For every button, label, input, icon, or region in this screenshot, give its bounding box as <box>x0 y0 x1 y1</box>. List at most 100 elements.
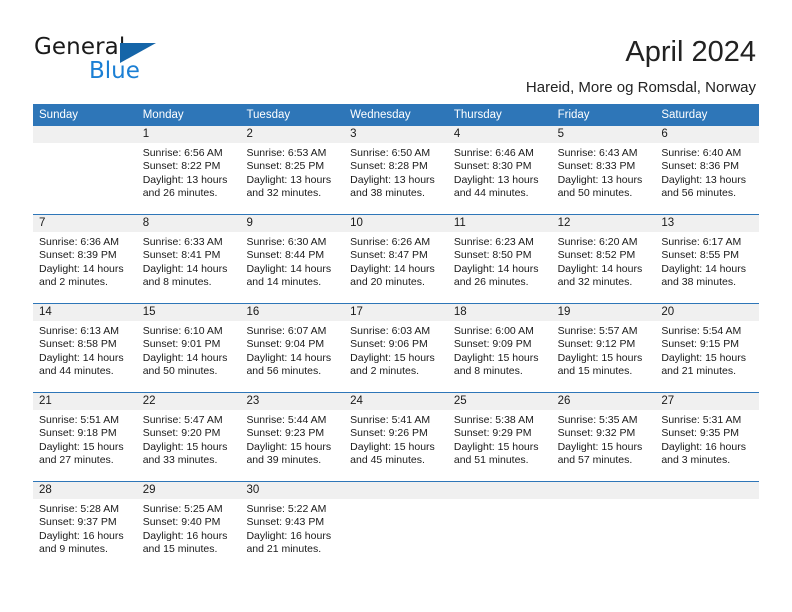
daylight-duration-line-2: and 3 minutes. <box>661 454 731 467</box>
day-details: Sunrise: 5:31 AM Sunset: 9:35 PM Daylight:… <box>655 410 759 468</box>
sunset-time: Sunset: 8:41 PM <box>142 249 221 262</box>
calendar-day-cell[interactable]: 1 Sunrise: 6:56 AM Sunset: 8:22 PM Daylight… <box>136 126 241 214</box>
day-number-band: 17 <box>344 304 448 321</box>
calendar-day-cell[interactable]: 25 Sunrise: 5:38 AM Sunset: 9:29 PM Dayligh… <box>447 393 552 481</box>
calendar-day-cell[interactable]: 14 Sunrise: 6:13 AM Sunset: 8:58 PM Dayligh… <box>33 304 137 392</box>
calendar-day-cell[interactable]: 22 Sunrise: 5:47 AM Sunset: 9:20 PM Dayligh… <box>136 393 241 481</box>
calendar-day-cell[interactable]: 19 Sunrise: 5:57 AM Sunset: 9:12 PM Dayligh… <box>551 304 656 392</box>
calendar-day-cell[interactable]: 29 Sunrise: 5:25 AM Sunset: 9:40 PM Dayligh… <box>136 482 241 570</box>
calendar-day-cell[interactable]: 15 Sunrise: 6:10 AM Sunset: 9:01 PM Dayligh… <box>136 304 241 392</box>
calendar-day-cell[interactable]: 4 Sunrise: 6:46 AM Sunset: 8:30 PM Daylight… <box>447 126 552 214</box>
daylight-duration-line-2: and 32 minutes. <box>246 187 322 200</box>
weekday-header-row: Sunday Monday Tuesday Wednesday Thursday Frid… <box>33 104 759 126</box>
calendar-day-cell[interactable]: 7 Sunrise: 6:36 AM Sunset: 8:39 PM Daylight… <box>33 215 137 303</box>
calendar-day-cell[interactable]: 2 Sunrise: 6:53 AM Sunset: 8:25 PM Daylight… <box>240 126 345 214</box>
daylight-duration-line-2: and 57 minutes. <box>557 454 633 467</box>
day-number-band: 8 <box>136 215 241 232</box>
sunset-time: Sunset: 9:09 PM <box>453 338 532 351</box>
sunset-time: Sunset: 9:01 PM <box>142 338 221 351</box>
sunrise-time: Sunrise: 5:35 AM <box>557 414 638 426</box>
sunset-time: Sunset: 9:23 PM <box>246 427 325 440</box>
day-details: Sunrise: 6:40 AM Sunset: 8:36 PM Daylight:… <box>655 143 759 201</box>
calendar-day-cell[interactable]: 21 Sunrise: 5:51 AM Sunset: 9:18 PM Dayligh… <box>33 393 137 481</box>
sunrise-time: Sunrise: 6:03 AM <box>350 325 431 337</box>
sunset-time: Sunset: 9:20 PM <box>142 427 221 440</box>
calendar-day-cell[interactable]: 23 Sunrise: 5:44 AM Sunset: 9:23 PM Dayligh… <box>240 393 345 481</box>
day-details: Sunrise: 5:47 AM Sunset: 9:20 PM Daylight:… <box>137 410 241 468</box>
day-number-band: 15 <box>136 304 241 321</box>
day-details: Sunrise: 5:51 AM Sunset: 9:18 PM Daylight:… <box>33 410 137 468</box>
calendar-day-cell[interactable]: 3 Sunrise: 6:50 AM Sunset: 8:28 PM Daylight… <box>344 126 448 214</box>
calendar-day-cell[interactable]: 8 Sunrise: 6:33 AM Sunset: 8:41 PM Daylight… <box>136 215 241 303</box>
calendar-day-cell[interactable]: 24 Sunrise: 5:41 AM Sunset: 9:26 PM Dayligh… <box>344 393 448 481</box>
day-details: Sunrise: 6:53 AM Sunset: 8:25 PM Daylight:… <box>240 143 344 201</box>
calendar-day-cell[interactable]: 16 Sunrise: 6:07 AM Sunset: 9:04 PM Dayligh… <box>240 304 345 392</box>
day-number: 7 <box>39 217 46 229</box>
sunset-time: Sunset: 9:40 PM <box>142 516 221 529</box>
day-number: 3 <box>350 128 357 140</box>
sunrise-time: Sunrise: 5:44 AM <box>246 414 327 426</box>
day-details: Sunrise: 5:22 AM Sunset: 9:43 PM Daylight:… <box>240 499 344 557</box>
calendar-day-cell[interactable]: 30 Sunrise: 5:22 AM Sunset: 9:43 PM Dayligh… <box>240 482 345 570</box>
day-number: 9 <box>246 217 253 229</box>
sunrise-time: Sunrise: 6:56 AM <box>142 147 223 159</box>
day-details: Sunrise: 6:50 AM Sunset: 8:28 PM Daylight:… <box>344 143 448 201</box>
daylight-duration-line-2: and 27 minutes. <box>39 454 114 467</box>
sunrise-time: Sunrise: 6:50 AM <box>350 147 431 159</box>
sunset-time: Sunset: 9:04 PM <box>246 338 325 351</box>
calendar-day-cell[interactable]: 27 Sunrise: 5:31 AM Sunset: 9:35 PM Dayligh… <box>655 393 760 481</box>
daylight-duration-line-1: Daylight: 13 hours <box>246 173 332 186</box>
sunset-time: Sunset: 9:32 PM <box>557 427 636 440</box>
daylight-duration-line-1: Daylight: 14 hours <box>350 262 435 275</box>
daylight-duration-line-2: and 38 minutes. <box>350 187 425 200</box>
day-number: 8 <box>142 217 150 229</box>
calendar-day-cell[interactable]: 17 Sunrise: 6:03 AM Sunset: 9:06 PM Dayligh… <box>344 304 448 392</box>
day-number: 13 <box>661 217 675 229</box>
day-number-band <box>33 126 137 143</box>
calendar-day-cell-empty <box>344 482 448 570</box>
calendar-day-cell[interactable]: 10 Sunrise: 6:26 AM Sunset: 8:47 PM Dayligh… <box>344 215 448 303</box>
sunset-time: Sunset: 8:22 PM <box>142 160 221 173</box>
weekday-header-sunday: Sunday <box>39 109 79 121</box>
daylight-duration-line-2: and 21 minutes. <box>661 365 737 378</box>
calendar-week-cells: 7 Sunrise: 6:36 AM Sunset: 8:39 PM Daylight… <box>33 215 760 303</box>
calendar-day-cell[interactable]: 9 Sunrise: 6:30 AM Sunset: 8:44 PM Daylight… <box>240 215 345 303</box>
day-number-band: 10 <box>344 215 448 232</box>
calendar-day-cell[interactable]: 11 Sunrise: 6:23 AM Sunset: 8:50 PM Dayligh… <box>447 215 552 303</box>
weekday-header-friday: Friday <box>557 109 590 121</box>
page-title: April 2024 <box>625 36 756 68</box>
day-number-band: 21 <box>33 393 137 410</box>
day-number-band: 20 <box>655 304 760 321</box>
day-number: 22 <box>142 395 156 407</box>
calendar-day-cell[interactable]: 6 Sunrise: 6:40 AM Sunset: 8:36 PM Daylight… <box>655 126 760 214</box>
day-number-band: 2 <box>240 126 345 143</box>
daylight-duration-line-1: Daylight: 16 hours <box>246 529 332 542</box>
day-number-band: 27 <box>655 393 760 410</box>
calendar-week-row: 1 Sunrise: 6:56 AM Sunset: 8:22 PM Daylight… <box>33 126 760 214</box>
day-number-band <box>551 482 656 499</box>
sunset-time: Sunset: 9:12 PM <box>557 338 636 351</box>
day-number: 6 <box>661 128 668 140</box>
calendar-day-cell[interactable]: 20 Sunrise: 5:54 AM Sunset: 9:15 PM Dayligh… <box>655 304 760 392</box>
daylight-duration-line-2: and 26 minutes. <box>142 187 218 200</box>
daylight-duration-line-1: Daylight: 15 hours <box>557 351 643 364</box>
day-details: Sunrise: 6:10 AM Sunset: 9:01 PM Daylight:… <box>137 321 241 379</box>
day-details: Sunrise: 5:41 AM Sunset: 9:26 PM Daylight:… <box>344 410 448 468</box>
daylight-duration-line-1: Daylight: 13 hours <box>142 173 228 186</box>
calendar-day-cell[interactable]: 5 Sunrise: 6:43 AM Sunset: 8:33 PM Daylight… <box>551 126 656 214</box>
daylight-duration-line-1: Daylight: 16 hours <box>142 529 228 542</box>
daylight-duration-line-2: and 39 minutes. <box>246 454 322 467</box>
day-number: 11 <box>453 217 466 229</box>
sunset-time: Sunset: 9:26 PM <box>350 427 428 440</box>
calendar-week-row: 28 Sunrise: 5:28 AM Sunset: 9:37 PM Dayligh… <box>33 481 760 570</box>
calendar-day-cell[interactable]: 26 Sunrise: 5:35 AM Sunset: 9:32 PM Dayligh… <box>551 393 656 481</box>
day-details: Sunrise: 5:35 AM Sunset: 9:32 PM Daylight:… <box>552 410 656 468</box>
sunrise-time: Sunrise: 5:28 AM <box>39 503 119 515</box>
sunset-time: Sunset: 8:50 PM <box>453 249 532 262</box>
calendar-day-cell[interactable]: 12 Sunrise: 6:20 AM Sunset: 8:52 PM Dayligh… <box>551 215 656 303</box>
calendar-day-cell[interactable]: 28 Sunrise: 5:28 AM Sunset: 9:37 PM Dayligh… <box>33 482 137 570</box>
sunset-time: Sunset: 8:55 PM <box>661 249 739 262</box>
calendar-day-cell[interactable]: 18 Sunrise: 6:00 AM Sunset: 9:09 PM Dayligh… <box>447 304 552 392</box>
calendar-day-cell[interactable]: 13 Sunrise: 6:17 AM Sunset: 8:55 PM Dayligh… <box>655 215 760 303</box>
daylight-duration-line-1: Daylight: 15 hours <box>39 440 124 453</box>
